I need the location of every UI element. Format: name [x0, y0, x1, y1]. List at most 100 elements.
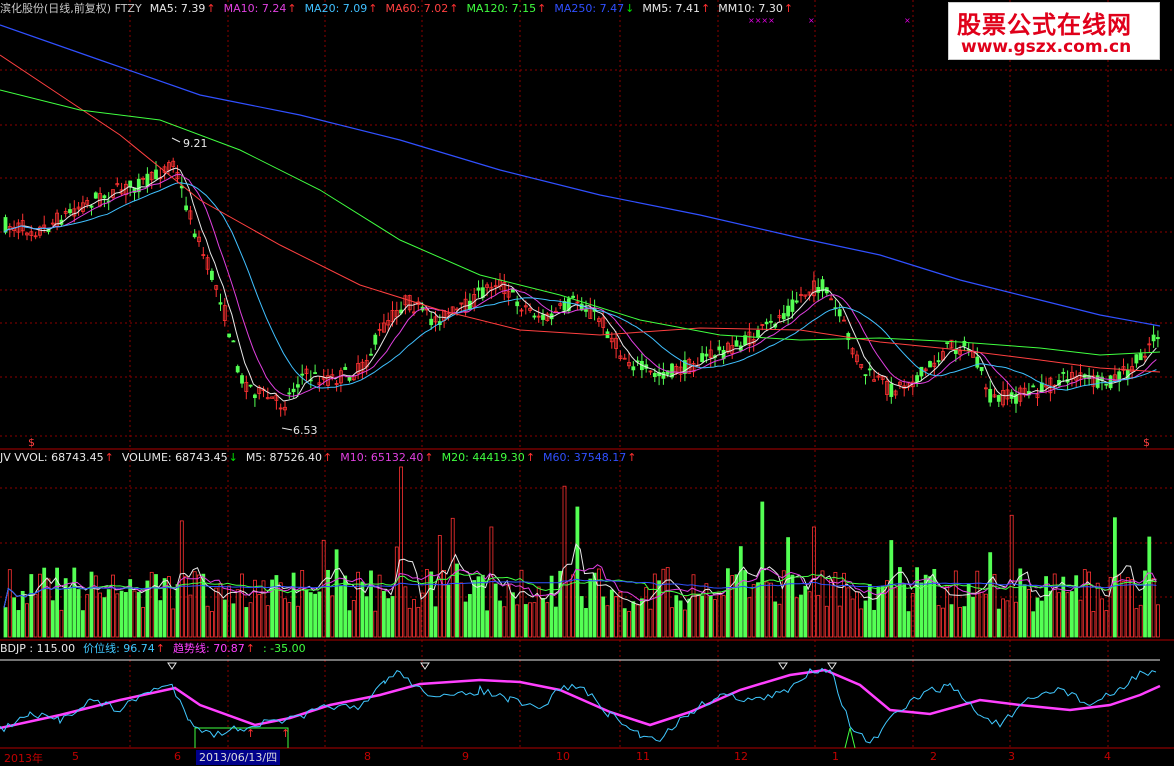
candle-body [300, 373, 305, 376]
price-header-value: MM10: 7.30 [718, 2, 783, 15]
low-price-label: 6.53 [293, 424, 318, 437]
volume-bar [476, 576, 481, 638]
volume-bar [330, 595, 335, 638]
volume-bar [979, 591, 984, 638]
volume-bar [240, 573, 244, 638]
volume-bar [1130, 579, 1134, 638]
up-arrow-icon: ↑ [206, 2, 216, 15]
candle-body [867, 368, 872, 371]
bdjp-header-item: BDJP : 115.00 [0, 642, 75, 655]
candle-body [89, 205, 94, 208]
volume-bar [1125, 577, 1130, 638]
price-header-item: 滨化股份(日线,前复权) FTZY [0, 2, 142, 15]
candle-body [756, 330, 760, 338]
time-axis-label: 6 [174, 750, 181, 763]
volume-bar [949, 604, 954, 638]
volume-bar [184, 575, 189, 638]
volume-bar [136, 592, 141, 638]
volume-bar [72, 567, 77, 638]
candle-body [820, 279, 825, 292]
high-marker [171, 137, 181, 143]
volume-bar [592, 572, 597, 638]
volume-header-item: M10: 65132.40↑ [340, 451, 433, 464]
price-header-item: MM5: 7.41↑ [642, 2, 710, 15]
volume-bar [898, 567, 902, 638]
volume-bar [111, 574, 115, 638]
volume-bar [756, 582, 760, 638]
volume-bar [1001, 598, 1005, 638]
candle-body [235, 366, 240, 373]
candle-body [919, 366, 924, 377]
volume-bar [485, 610, 490, 638]
volume-bar [648, 608, 653, 638]
bdjp-header-item: : -35.00 [263, 642, 306, 655]
volume-bar [1057, 592, 1061, 638]
volume-bar [528, 602, 532, 638]
volume-bar [627, 611, 631, 638]
volume-bar [321, 539, 326, 638]
time-axis-label: 1 [832, 750, 839, 763]
volume-bar [115, 593, 120, 638]
volume-bar [433, 606, 438, 638]
volume-bar [149, 571, 154, 638]
down-arrow-icon: ↓ [228, 451, 238, 464]
volume-bar [605, 605, 610, 638]
candle-body [295, 384, 300, 388]
volume-bar [102, 597, 107, 638]
volume-bar [644, 587, 649, 638]
volume-bar [941, 607, 945, 638]
candle-body [988, 388, 993, 403]
candle-body [128, 180, 133, 188]
low-marker [281, 427, 293, 431]
volume-bar [622, 608, 627, 638]
bdjp-indicator-header: BDJP : 115.00 价位线: 96.74↑ 趋势线: 70.87↑: -35… [0, 641, 314, 657]
volume-bar [192, 571, 197, 638]
volume-bar [313, 593, 318, 638]
volume-bar [1031, 611, 1036, 638]
up-arrow-icon: ↑ [323, 451, 333, 464]
price-header-value: 滨化股份(日线,前复权) FTZY [0, 2, 142, 15]
volume-bar [597, 568, 601, 638]
candle-body [794, 300, 799, 303]
candle-body [476, 287, 481, 291]
volume-bar [975, 570, 980, 638]
volume-bar [1138, 604, 1143, 638]
volume-bar [85, 594, 90, 638]
candle-body [936, 360, 941, 363]
volume-bar [132, 590, 137, 638]
volume-bar [842, 572, 846, 638]
candle-body [347, 376, 352, 381]
price-indicator-header: 滨化股份(日线,前复权) FTZY MA5: 7.39↑ MA10: 7.24↑ MA… [0, 1, 801, 17]
volume-bar [416, 606, 421, 638]
up-arrow-icon: ↑ [368, 2, 378, 15]
volume-bar [704, 583, 709, 638]
signal-triangle-icon [167, 662, 177, 670]
volume-bar [205, 605, 210, 638]
up-arrow-icon: ↑ [245, 642, 255, 655]
candle-body [1134, 354, 1139, 364]
volume-bar [1022, 584, 1027, 638]
time-axis-label: 12 [734, 750, 748, 763]
time-axis-label: 9 [462, 750, 469, 763]
candle-body [571, 295, 575, 298]
volume-bar [480, 574, 485, 638]
volume-bar [369, 570, 373, 638]
volume-bar [12, 597, 17, 638]
volume-bar [394, 546, 399, 638]
volume-bar [919, 582, 924, 638]
volume-bar [412, 599, 416, 638]
volume-bar [158, 600, 163, 638]
price-header-item: MA120: 7.15↑ [466, 2, 546, 15]
volume-bar [1074, 575, 1079, 638]
volume-bar [971, 596, 975, 638]
candle-body [192, 233, 197, 238]
volume-bar [790, 574, 795, 638]
volume-bar [317, 591, 322, 638]
candle-body [1138, 353, 1143, 361]
candle-body [652, 372, 657, 378]
signal-triangle-icon [778, 662, 788, 670]
candle-body [184, 205, 189, 211]
volume-bar [984, 593, 988, 638]
candle-body [717, 346, 722, 351]
event-marker-icon: $ [28, 436, 35, 449]
